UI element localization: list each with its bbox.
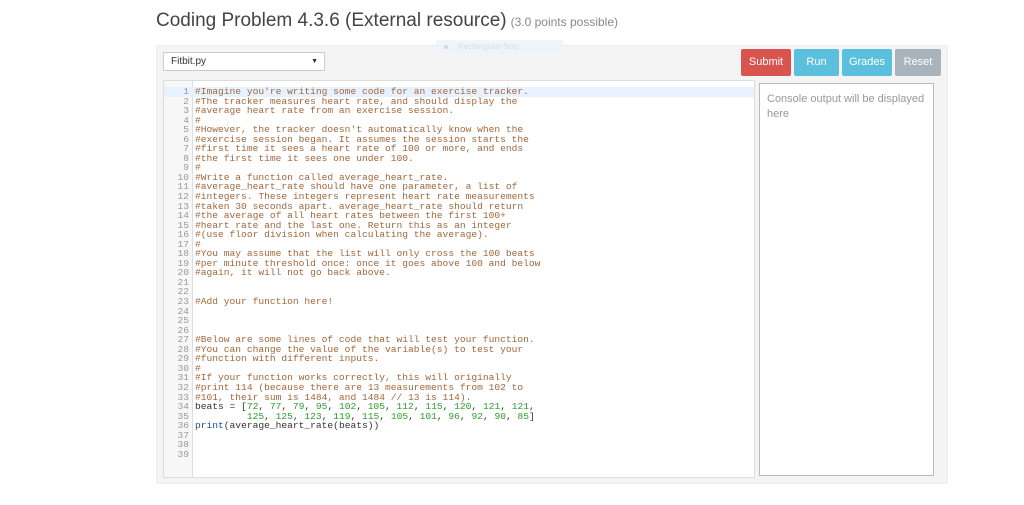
- comment-token: #the first time it sees one under 100.: [195, 152, 414, 164]
- code-token: ]: [529, 410, 535, 422]
- code-token: ,: [459, 410, 472, 422]
- snip-overlay: Rectangular Snip: [436, 40, 563, 54]
- comment-token: #function with different inputs.: [195, 353, 380, 365]
- comment-token: #(use floor division when calculating th…: [195, 229, 489, 241]
- line-code: #the first time it sees one under 100.: [195, 154, 414, 164]
- code-line[interactable]: 21: [164, 278, 754, 288]
- code-line[interactable]: 29 #function with different inputs.: [164, 354, 754, 364]
- code-token: ,: [408, 410, 420, 422]
- code-token: ,: [505, 410, 518, 422]
- line-code: #average heart rate from an exercise ses…: [195, 106, 454, 116]
- code-token: (average_heart_rate(beats)): [223, 420, 380, 432]
- points-possible: (3.0 points possible): [510, 15, 618, 29]
- code-token: ,: [379, 410, 391, 422]
- snip-label: Rectangular Snip: [458, 42, 520, 51]
- code-line[interactable]: 25: [164, 316, 754, 326]
- code-line[interactable]: 37: [164, 431, 754, 441]
- line-code: #again, it will not go back above.: [195, 268, 391, 278]
- file-select-value: Fitbit.py: [171, 56, 207, 67]
- code-line[interactable]: 3 #average heart rate from an exercise se…: [164, 106, 754, 116]
- code-token: print: [195, 420, 224, 432]
- console-placeholder: Console output will be displayed here: [767, 93, 925, 120]
- grades-button[interactable]: Grades: [842, 49, 892, 76]
- code-line[interactable]: 39: [164, 450, 754, 460]
- submit-button[interactable]: Submit: [741, 49, 791, 76]
- code-editor[interactable]: 1 #Imagine you're writing some code for a…: [163, 80, 755, 478]
- snip-icon: [444, 45, 448, 49]
- code-line[interactable]: 24: [164, 306, 754, 317]
- line-number: 39: [177, 448, 189, 460]
- code-token: 92: [471, 410, 483, 422]
- code-line[interactable]: 16 #(use floor division when calculating …: [164, 230, 754, 240]
- title-text: Coding Problem 4.3.6 (External resource): [156, 10, 507, 31]
- code-token: 96: [448, 410, 460, 422]
- reset-button[interactable]: Reset: [895, 49, 941, 76]
- file-select[interactable]: Fitbit.py ▼: [163, 52, 325, 71]
- code-token: 101: [419, 410, 437, 422]
- line-code: #Add your function here!: [195, 297, 333, 307]
- line-code: #function with different inputs.: [195, 354, 379, 364]
- page-title: Coding Problem 4.3.6 (External resource)…: [156, 10, 618, 32]
- code-token: 85: [517, 410, 530, 422]
- comment-token: #Add your function here!: [195, 296, 334, 308]
- code-line[interactable]: 36 print(average_heart_rate(beats)): [164, 421, 754, 431]
- code-line[interactable]: 23 #Add your function here!: [164, 297, 754, 307]
- comment-token: #average heart rate from an exercise ses…: [195, 105, 455, 117]
- dropdown-arrow-icon: ▼: [311, 58, 318, 65]
- line-code: print(average_heart_rate(beats)): [195, 421, 379, 431]
- code-line[interactable]: 38: [164, 440, 754, 450]
- code-token: ,: [436, 410, 449, 422]
- code-line[interactable]: 8 #the first time it sees one under 100.: [164, 154, 754, 164]
- comment-token: #again, it will not go back above.: [195, 267, 391, 279]
- console-output: Console output will be displayed here: [759, 83, 934, 476]
- code-lines: 1 #Imagine you're writing some code for a…: [164, 87, 754, 459]
- code-token: 105: [390, 410, 409, 422]
- line-code: #(use floor division when calculating th…: [195, 230, 489, 240]
- code-token: 90: [494, 410, 506, 422]
- code-token: ,: [482, 410, 495, 422]
- code-line[interactable]: 20 #again, it will not go back above.: [164, 268, 754, 278]
- run-button[interactable]: Run: [794, 49, 839, 76]
